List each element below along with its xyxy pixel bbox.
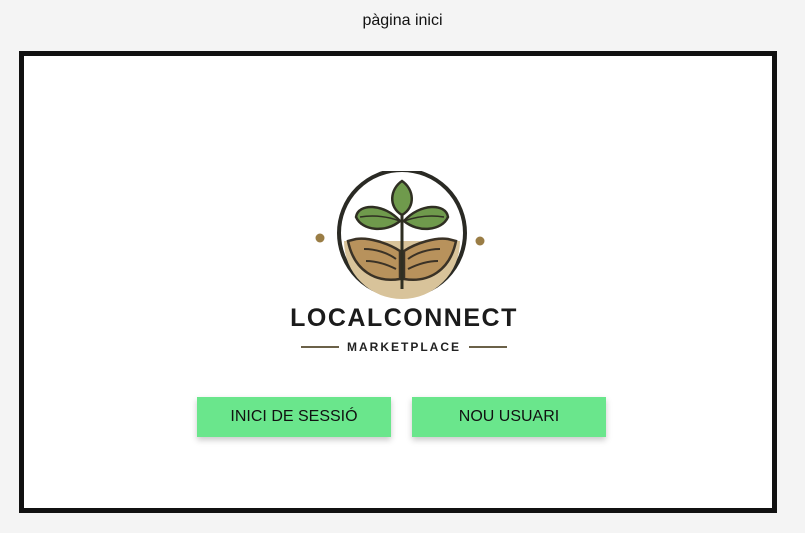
- brand-logo: LOCALCONNECT MARKETPLACE: [264, 171, 544, 361]
- brand-subtitle: MARKETPLACE: [347, 340, 461, 354]
- app-frame: LOCALCONNECT MARKETPLACE INICI DE SESSIÓ…: [19, 51, 777, 513]
- login-button[interactable]: INICI DE SESSIÓ: [197, 397, 391, 437]
- brand-name: LOCALCONNECT: [290, 304, 518, 332]
- page-title: pàgina inici: [362, 12, 443, 29]
- decorative-rule-left: [301, 346, 339, 348]
- decorative-rule-right: [469, 346, 507, 348]
- brand-subtitle-row: MARKETPLACE: [264, 337, 544, 357]
- new-user-button[interactable]: NOU USUARI: [412, 397, 606, 437]
